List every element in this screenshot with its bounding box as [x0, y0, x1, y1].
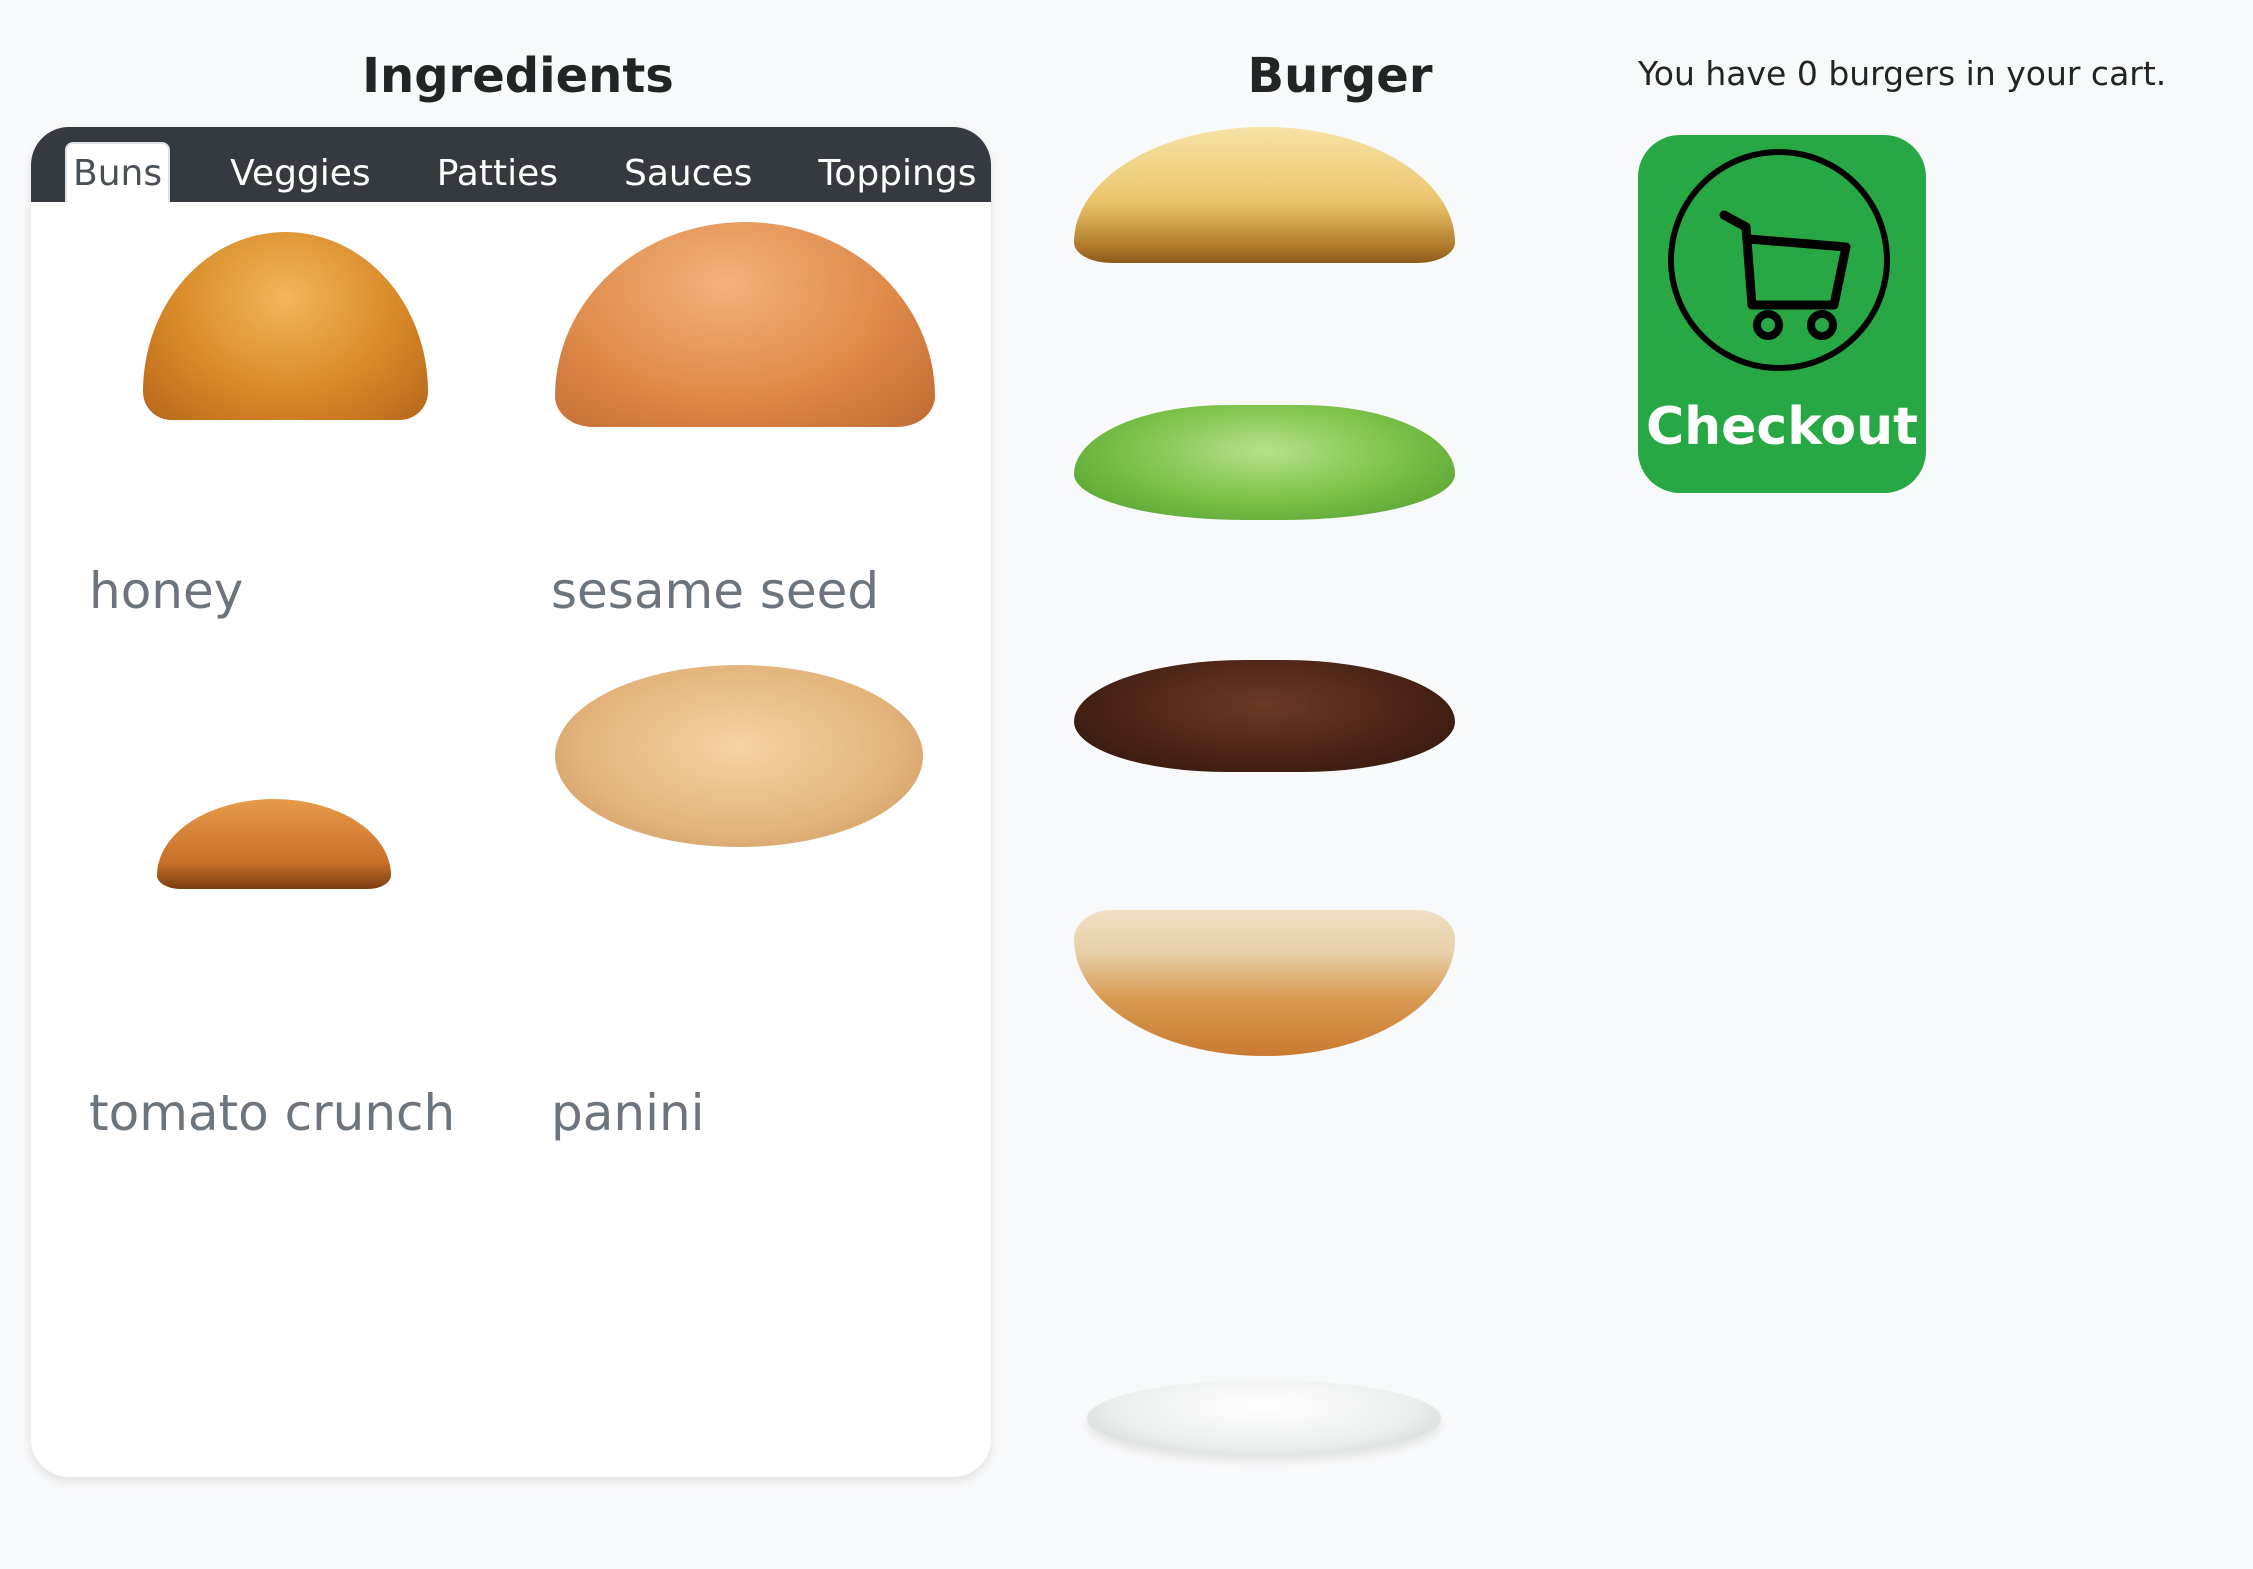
- tab-veggies[interactable]: Veggies: [224, 144, 377, 202]
- tab-sauces[interactable]: Sauces: [618, 144, 758, 202]
- ingredient-item-sesame-seed[interactable]: sesame seed: [31, 202, 991, 620]
- burger-plate: [1087, 1380, 1441, 1456]
- burger-top-bun[interactable]: [1074, 127, 1455, 263]
- tab-buns[interactable]: Buns: [65, 142, 171, 202]
- ingredients-panel: Buns Veggies Patties Sauces Toppings hon…: [31, 127, 991, 1477]
- cart-status: You have 0 burgers in your cart.: [1638, 54, 2167, 93]
- burger-beef-patty[interactable]: [1074, 660, 1455, 772]
- panini-bun-image: [555, 665, 923, 847]
- sesame-seed-bun-image: [555, 222, 935, 427]
- shopping-cart-icon: [1719, 210, 1851, 340]
- tab-patties[interactable]: Patties: [431, 144, 564, 202]
- ingredient-label: sesame seed: [551, 562, 880, 620]
- ingredient-label: panini: [551, 1084, 705, 1142]
- checkout-circle: [1668, 149, 1890, 371]
- ingredients-title: Ingredients: [362, 48, 674, 104]
- burger-lettuce[interactable]: [1074, 405, 1455, 520]
- burger-title: Burger: [1247, 48, 1433, 104]
- ingredient-tabs: Buns Veggies Patties Sauces Toppings: [31, 127, 991, 202]
- ingredient-item-panini[interactable]: panini: [31, 665, 991, 1142]
- checkout-label: Checkout: [1645, 397, 1919, 457]
- burger-bottom-bun[interactable]: [1074, 910, 1455, 1056]
- checkout-button[interactable]: Checkout: [1638, 135, 1926, 493]
- tab-toppings[interactable]: Toppings: [812, 144, 982, 202]
